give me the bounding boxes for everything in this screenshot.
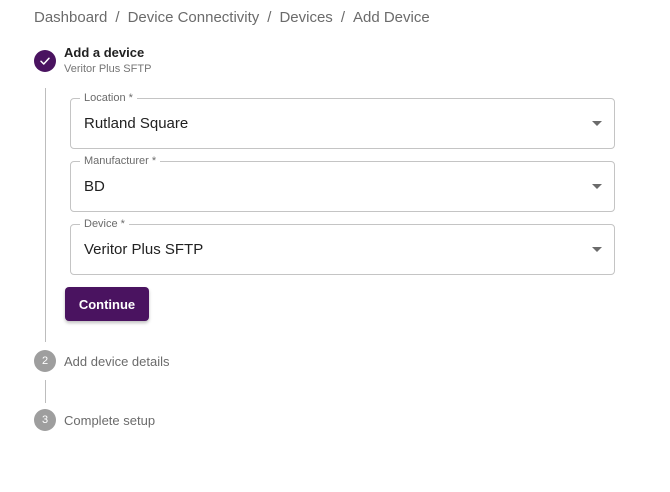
location-select[interactable]: Location * Rutland Square	[70, 92, 615, 149]
breadcrumb-separator: /	[267, 9, 272, 26]
check-icon	[40, 57, 50, 65]
breadcrumb-current: Add Device	[352, 9, 430, 26]
breadcrumb-separator: /	[115, 9, 120, 26]
chevron-down-icon	[592, 184, 602, 189]
step-connector	[45, 380, 46, 403]
step-1-title[interactable]: Add a device	[64, 45, 144, 60]
device-select[interactable]: Device * Veritor Plus SFTP	[70, 218, 615, 275]
manufacturer-select[interactable]: Manufacturer * BD	[70, 155, 615, 212]
manufacturer-label: Manufacturer *	[80, 155, 161, 168]
step-3-number[interactable]: 3	[34, 409, 56, 431]
breadcrumb-devices[interactable]: Devices	[279, 9, 332, 26]
step-3-title[interactable]: Complete setup	[64, 413, 155, 428]
manufacturer-value: BD	[84, 178, 105, 195]
location-value: Rutland Square	[84, 115, 189, 132]
step-connector	[45, 88, 46, 342]
device-label: Device *	[80, 218, 129, 231]
breadcrumb-separator: /	[340, 9, 345, 26]
continue-button[interactable]: Continue	[65, 287, 149, 321]
breadcrumb-device-connectivity[interactable]: Device Connectivity	[128, 9, 260, 26]
chevron-down-icon	[592, 247, 602, 252]
location-label: Location *	[80, 92, 137, 105]
breadcrumb: Dashboard / Device Connectivity / Devices / Ad…	[34, 9, 430, 26]
breadcrumb-dashboard[interactable]: Dashboard	[34, 9, 107, 26]
step-2-number[interactable]: 2	[34, 350, 56, 372]
chevron-down-icon	[592, 121, 602, 126]
device-value: Veritor Plus SFTP	[84, 241, 204, 258]
step-1-check-icon[interactable]	[34, 50, 56, 72]
step-2-title[interactable]: Add device details	[64, 354, 170, 369]
step-1-subtitle: Veritor Plus SFTP	[64, 63, 152, 75]
